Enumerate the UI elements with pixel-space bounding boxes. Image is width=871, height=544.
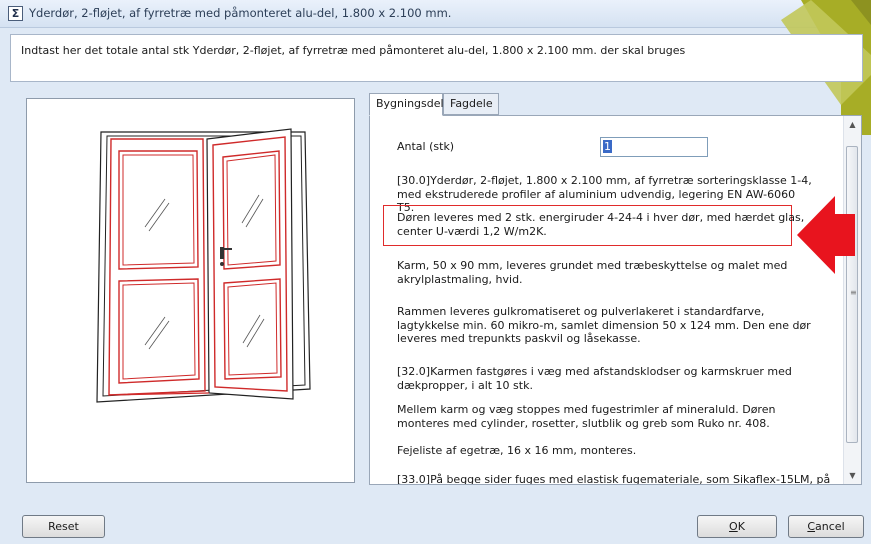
ok-mnemonic: O: [729, 520, 738, 533]
instruction-text: Indtast her det totale antal stk Yderdør…: [21, 44, 686, 57]
tab-content-panel: Antal (stk) 1 [30.0]Yderdør, 2-fløjet, 1…: [369, 115, 862, 485]
scroll-up-icon[interactable]: ▲: [844, 116, 861, 133]
antal-input[interactable]: 1: [600, 137, 708, 157]
description-paragraph: Mellem karm og væg stoppes med fugestrim…: [397, 403, 776, 430]
title-bar: Σ Yderdør, 2-fløjet, af fyrretræ med påm…: [0, 0, 871, 28]
cancel-label: ancel: [815, 520, 845, 533]
window-title: Yderdør, 2-fløjet, af fyrretræ med påmon…: [29, 6, 452, 20]
cancel-mnemonic: C: [807, 520, 816, 533]
antal-input-value: 1: [603, 140, 612, 153]
description-paragraph: [33.0]På begge sider fuges med elastisk …: [397, 473, 831, 485]
door-illustration: [96, 128, 311, 403]
vertical-scrollbar[interactable]: ▲ ≡ ▼: [843, 116, 861, 484]
description-paragraph: Karm, 50 x 90 mm, leveres grundet med tr…: [397, 259, 788, 286]
scroll-down-icon[interactable]: ▼: [844, 467, 861, 484]
cancel-button[interactable]: Cancel: [788, 515, 864, 538]
ok-label: K: [737, 520, 745, 533]
tab-fagdele[interactable]: Fagdele: [443, 93, 499, 115]
ok-button[interactable]: OK: [697, 515, 777, 538]
grip-icon: ≡: [850, 288, 857, 297]
instruction-box: Indtast her det totale antal stk Yderdør…: [10, 34, 863, 82]
door-image-panel: [26, 98, 355, 483]
tab-bygningsdel[interactable]: Bygningsdel: [369, 93, 444, 116]
sigma-icon: Σ: [8, 6, 23, 21]
description-paragraph: Døren leveres med 2 stk. energiruder 4-2…: [397, 211, 805, 238]
description-paragraph: Fejeliste af egetræ, 16 x 16 mm, montere…: [397, 444, 637, 457]
red-arrow-annotation: [797, 196, 855, 274]
antal-label: Antal (stk): [397, 140, 455, 153]
description-paragraph: Rammen leveres gulkromatiseret og pulver…: [397, 305, 811, 345]
reset-button[interactable]: Reset: [22, 515, 105, 538]
scroll-thumb[interactable]: ≡: [846, 146, 858, 443]
description-paragraph: [32.0]Karmen fastgøres i væg med afstand…: [397, 365, 792, 392]
